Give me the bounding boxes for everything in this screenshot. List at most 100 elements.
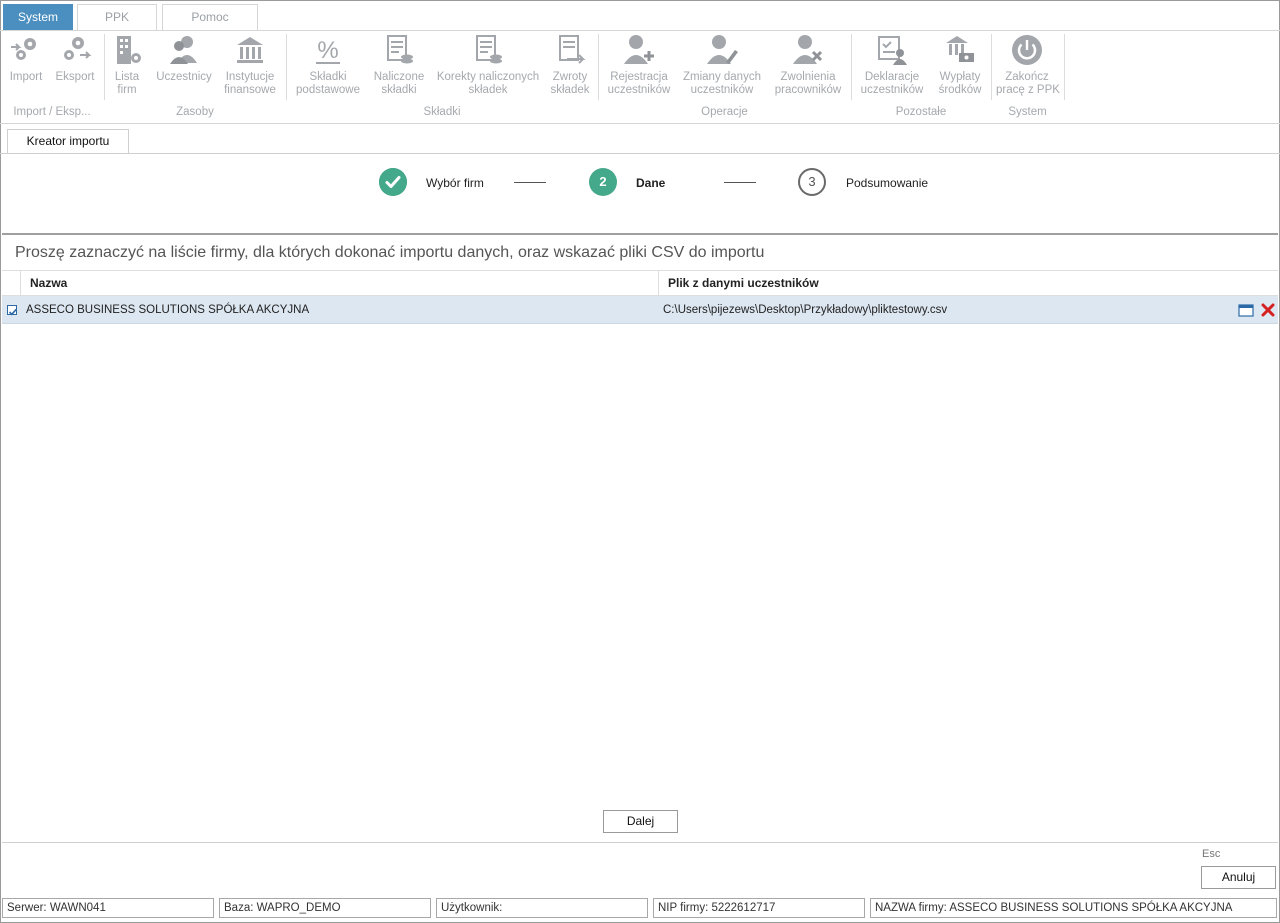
contribution-refunds-label-2: składek xyxy=(550,84,590,96)
calculated-contributions-label-2: składki xyxy=(381,84,417,96)
footer-divider xyxy=(2,842,1278,843)
register-participants-label-2: uczestników xyxy=(607,84,671,96)
row-checkbox[interactable] xyxy=(7,305,17,316)
grid-header: Nazwa Plik z danymi uczestników xyxy=(2,270,1278,296)
change-participant-data-label-2: uczestników xyxy=(690,84,754,96)
checkmark-icon xyxy=(379,168,407,196)
step-3-label: Podsumowanie xyxy=(846,176,929,190)
financial-institutions-label-1: Instytucje xyxy=(225,71,275,83)
group-import-export: Import / Eksp... xyxy=(13,106,91,118)
users-icon xyxy=(170,36,197,64)
participant-declarations-button[interactable]: Deklaracje uczestników xyxy=(857,33,927,97)
building-gear-icon xyxy=(117,36,141,64)
exit-ppk-label-1: Zakończ xyxy=(1005,71,1049,83)
ribbon-separator xyxy=(598,34,599,100)
group-system: System xyxy=(1008,106,1047,118)
contribution-refunds-button[interactable]: Zwroty składek xyxy=(548,33,592,97)
document-tabs: Kreator importu xyxy=(0,124,1280,154)
financial-institutions-label-2: finansowe xyxy=(224,84,276,96)
step-3-number: 3 xyxy=(798,168,826,196)
declaration-user-icon xyxy=(878,36,907,65)
tab-pomoc[interactable]: Pomoc xyxy=(162,4,258,30)
ribbon-separator xyxy=(991,34,992,100)
user-remove-icon xyxy=(793,35,823,64)
export-gears-icon xyxy=(64,37,92,60)
calculated-contributions-button[interactable]: Naliczone składki xyxy=(371,33,427,97)
tab-ppk[interactable]: PPK xyxy=(77,4,157,30)
group-other: Pozostałe xyxy=(895,106,947,118)
import-gears-icon xyxy=(11,38,36,60)
step-2-number: 2 xyxy=(589,168,617,196)
step-connector xyxy=(514,182,546,183)
contribution-corrections-button[interactable]: Korekty naliczonych składek xyxy=(434,33,542,97)
delete-icon[interactable] xyxy=(1261,303,1275,317)
step-2-label: Dane xyxy=(636,176,666,190)
change-participant-data-button[interactable]: Zmiany danych uczestników xyxy=(681,33,763,97)
table-row[interactable]: ASSECO BUSINESS SOLUTIONS SPÓŁKA AKCYJNA… xyxy=(2,296,1278,324)
import-label: Import xyxy=(9,71,43,83)
export-label: Eksport xyxy=(55,71,95,83)
basic-contributions-label-1: Składki xyxy=(309,71,347,83)
participant-declarations-label-1: Deklaracje xyxy=(864,71,920,83)
document-return-icon xyxy=(559,35,586,64)
employee-dismissals-label-1: Zwolnienia xyxy=(780,71,836,83)
bank-money-icon xyxy=(946,36,974,62)
status-user: Użytkownik: xyxy=(436,898,648,918)
next-button[interactable]: Dalej xyxy=(603,810,678,833)
column-separator xyxy=(658,271,659,296)
fund-payouts-label-2: środków xyxy=(938,84,982,96)
export-button[interactable]: Eksport xyxy=(54,33,96,84)
contribution-corrections-label-1: Korekty naliczonych xyxy=(436,71,540,83)
contribution-corrections-label-2: składek xyxy=(468,84,508,96)
participants-button[interactable]: Uczestnicy xyxy=(155,33,213,84)
participants-label: Uczestnicy xyxy=(156,71,212,83)
bank-icon xyxy=(237,37,263,63)
browse-folder-icon[interactable] xyxy=(1238,303,1254,317)
tab-system[interactable]: System xyxy=(3,4,73,30)
column-header-name[interactable]: Nazwa xyxy=(30,271,67,296)
group-contributions: Składki xyxy=(423,106,461,118)
ribbon-separator xyxy=(851,34,852,100)
checkbox-check-icon xyxy=(8,308,17,316)
esc-hint: Esc xyxy=(1202,848,1221,860)
wizard-divider xyxy=(2,233,1278,235)
exit-ppk-button[interactable]: Zakończ pracę z PPK xyxy=(996,33,1060,97)
step-connector xyxy=(724,182,756,183)
fund-payouts-button[interactable]: Wypłaty środków xyxy=(933,33,987,97)
ribbon-separator xyxy=(286,34,287,100)
employee-dismissals-button[interactable]: Zwolnienia pracowników xyxy=(770,33,846,97)
step-1-label: Wybór firm xyxy=(426,176,484,190)
instruction-text: Proszę zaznaczyć na liście firmy, dla kt… xyxy=(15,244,765,261)
company-list-label-1: Lista xyxy=(114,71,140,83)
tab-import-wizard[interactable]: Kreator importu xyxy=(7,129,129,154)
company-list-button[interactable]: Lista firm xyxy=(109,33,145,97)
svg-text:%: % xyxy=(317,37,338,64)
financial-institutions-button[interactable]: Instytucje finansowe xyxy=(220,33,280,97)
document-coins-icon xyxy=(387,35,413,64)
register-participants-button[interactable]: Rejestracja uczestników xyxy=(604,33,674,97)
register-participants-label-1: Rejestracja xyxy=(610,71,668,83)
participant-declarations-label-2: uczestników xyxy=(860,84,924,96)
column-header-file[interactable]: Plik z danymi uczestników xyxy=(668,271,819,296)
user-add-icon xyxy=(624,35,654,64)
fund-payouts-label-1: Wypłaty xyxy=(939,71,981,83)
power-icon xyxy=(1012,35,1042,65)
row-company-name: ASSECO BUSINESS SOLUTIONS SPÓŁKA AKCYJNA xyxy=(26,304,310,316)
employee-dismissals-label-2: pracowników xyxy=(774,84,842,96)
cancel-button[interactable]: Anuluj xyxy=(1201,866,1276,889)
tab-bottom-border xyxy=(0,153,1280,154)
user-edit-icon xyxy=(707,35,738,64)
status-database: Baza: WAPRO_DEMO xyxy=(219,898,431,918)
exit-ppk-label-2: pracę z PPK xyxy=(996,84,1060,96)
group-operations: Operacje xyxy=(701,106,748,118)
status-server: Serwer: WAWN041 xyxy=(2,898,214,918)
column-separator xyxy=(20,271,21,296)
step-1-check-icon xyxy=(379,168,407,196)
ribbon-separator xyxy=(104,34,105,100)
calculated-contributions-label-1: Naliczone xyxy=(373,71,425,83)
import-button[interactable]: Import xyxy=(6,33,46,84)
row-file-path[interactable]: C:\Users\pijezews\Desktop\Przykładowy\pl… xyxy=(663,296,947,324)
basic-contributions-button[interactable]: % Składki podstawowe xyxy=(292,33,364,97)
ribbon-separator xyxy=(1064,34,1065,100)
company-list-label-2: firm xyxy=(117,84,137,96)
